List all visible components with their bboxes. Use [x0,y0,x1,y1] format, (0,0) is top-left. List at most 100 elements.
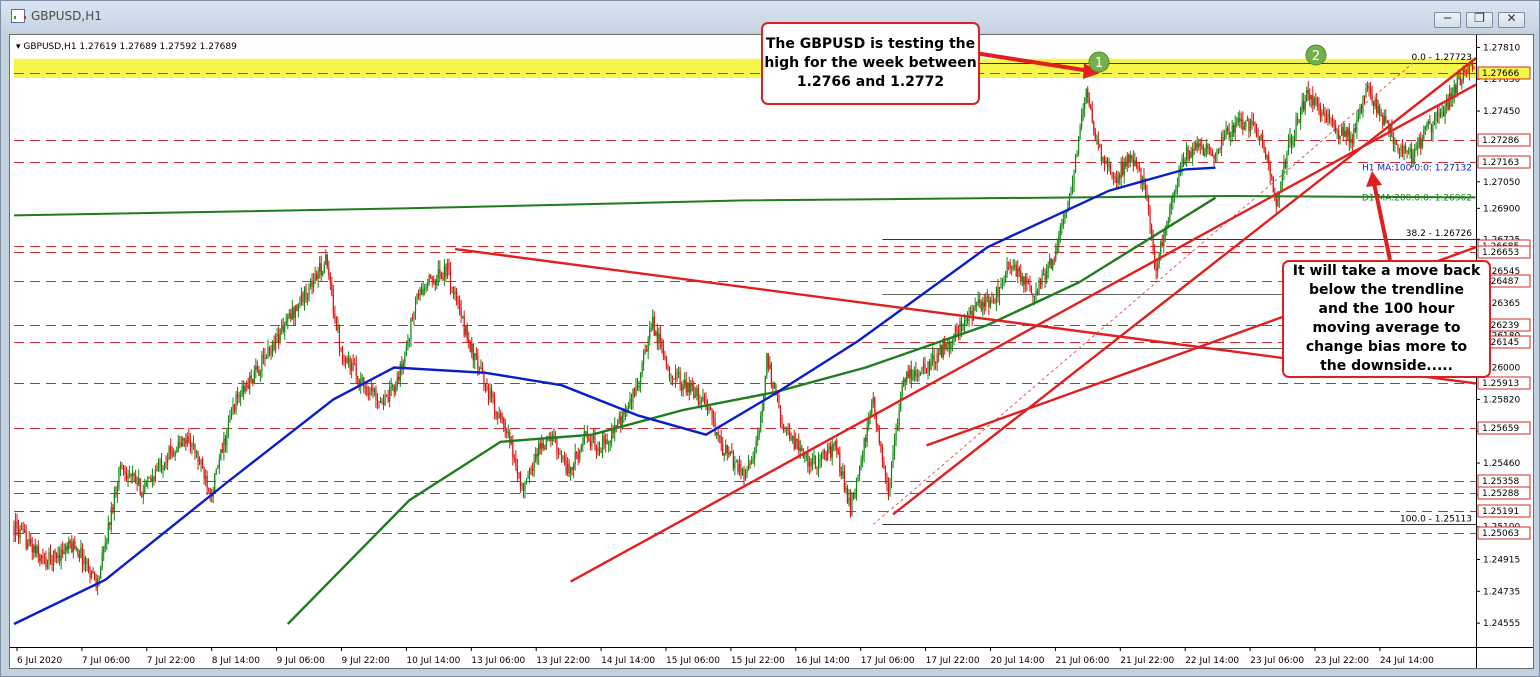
candle-body [148,477,150,479]
candle-body [863,438,865,455]
candle-body [1409,148,1411,152]
candle-body [71,543,73,553]
candle-body [410,318,412,339]
candle-body [605,439,607,445]
candle-body [274,336,277,350]
candle-body [21,528,23,530]
chart-area[interactable]: 0.0 - 1.27723 38.2 - 1.26726 100.0 - 1.251… [9,22,1534,669]
candle-body [779,408,782,422]
candle-body [121,464,123,467]
candle-body [737,461,739,472]
candle-body [904,379,906,383]
candle-body [198,461,201,464]
candle-body [571,467,573,470]
candle-body [1120,162,1122,179]
close-icon: ✕ [1506,11,1517,25]
candle-body [714,420,716,435]
candle-body [139,478,141,496]
candle-body [347,358,350,363]
candle-body [1122,162,1124,175]
candle-body [796,438,798,442]
candle-body [103,547,105,553]
candle-body [157,465,160,471]
candle-body [817,460,820,469]
candle-body [729,451,731,455]
candle-body [480,367,482,370]
candle-body [938,353,940,355]
candle-body [1438,114,1440,117]
candle-body [434,281,436,286]
candle-body [113,493,115,513]
candle-body [1365,88,1367,98]
candle-body [837,450,839,454]
candle-body [674,372,677,380]
candle-body [249,375,251,389]
candle-body [1196,142,1198,148]
candle-body [758,430,760,436]
candle-body [1021,276,1023,282]
candle-body [424,288,426,290]
candle-body [1284,161,1287,168]
restore-button[interactable]: ❐ [1466,11,1493,28]
candle-body [387,396,389,402]
close-button[interactable]: ✕ [1498,11,1525,28]
candle-body [136,483,138,485]
candle-body [1290,136,1293,145]
candle-body [1348,128,1350,143]
candle-body [364,386,366,388]
candle-body [1111,172,1113,177]
candle-body [343,359,345,363]
candle-body [1353,128,1355,144]
price-tick-label: 1.24555 [1483,619,1520,629]
candle-body [1252,121,1255,125]
candle-body [542,442,544,449]
candle-body [965,319,967,321]
candle-body [1417,145,1419,149]
candle-body [1097,139,1099,145]
candle-body [75,548,77,550]
candle-body [1094,132,1096,140]
candle-body [223,438,225,453]
candle-body [338,325,341,348]
candle-body [220,449,222,460]
candle-body [521,483,523,487]
candle-body [230,414,233,418]
minimize-button[interactable]: ─ [1434,11,1461,28]
candle-body [1242,119,1244,130]
candle-body [671,376,674,379]
candle-body [19,528,21,538]
candle-body [563,456,566,461]
candle-body [699,402,701,404]
candle-body [500,413,502,418]
candle-body [189,441,192,447]
candle-body [982,301,984,310]
candle-body [632,388,634,403]
candle-body [1295,118,1297,137]
candle-body [744,473,747,480]
candle-body [472,343,474,361]
candle-body [37,546,39,555]
candle-body [107,522,109,543]
candle-body [1262,134,1264,148]
candle-body [1369,88,1372,95]
candle-body [163,462,166,469]
candle-body [627,407,630,410]
candle-body [1403,145,1405,154]
candle-body [1421,139,1423,148]
candle-body [804,455,806,457]
candle-body [566,463,569,474]
candle-body [673,378,675,380]
candle-body [992,300,995,302]
candle-body [1293,136,1296,141]
candle-body [609,440,611,443]
candle-body [392,385,394,387]
candle-body [390,386,392,389]
candle-body [851,494,853,516]
candle-body [524,481,526,491]
candle-body [69,540,71,544]
candle-body [1009,262,1011,268]
candle-body [119,464,122,470]
candle-body [452,287,455,295]
candle-body [180,443,182,447]
candle-body [1321,111,1323,118]
